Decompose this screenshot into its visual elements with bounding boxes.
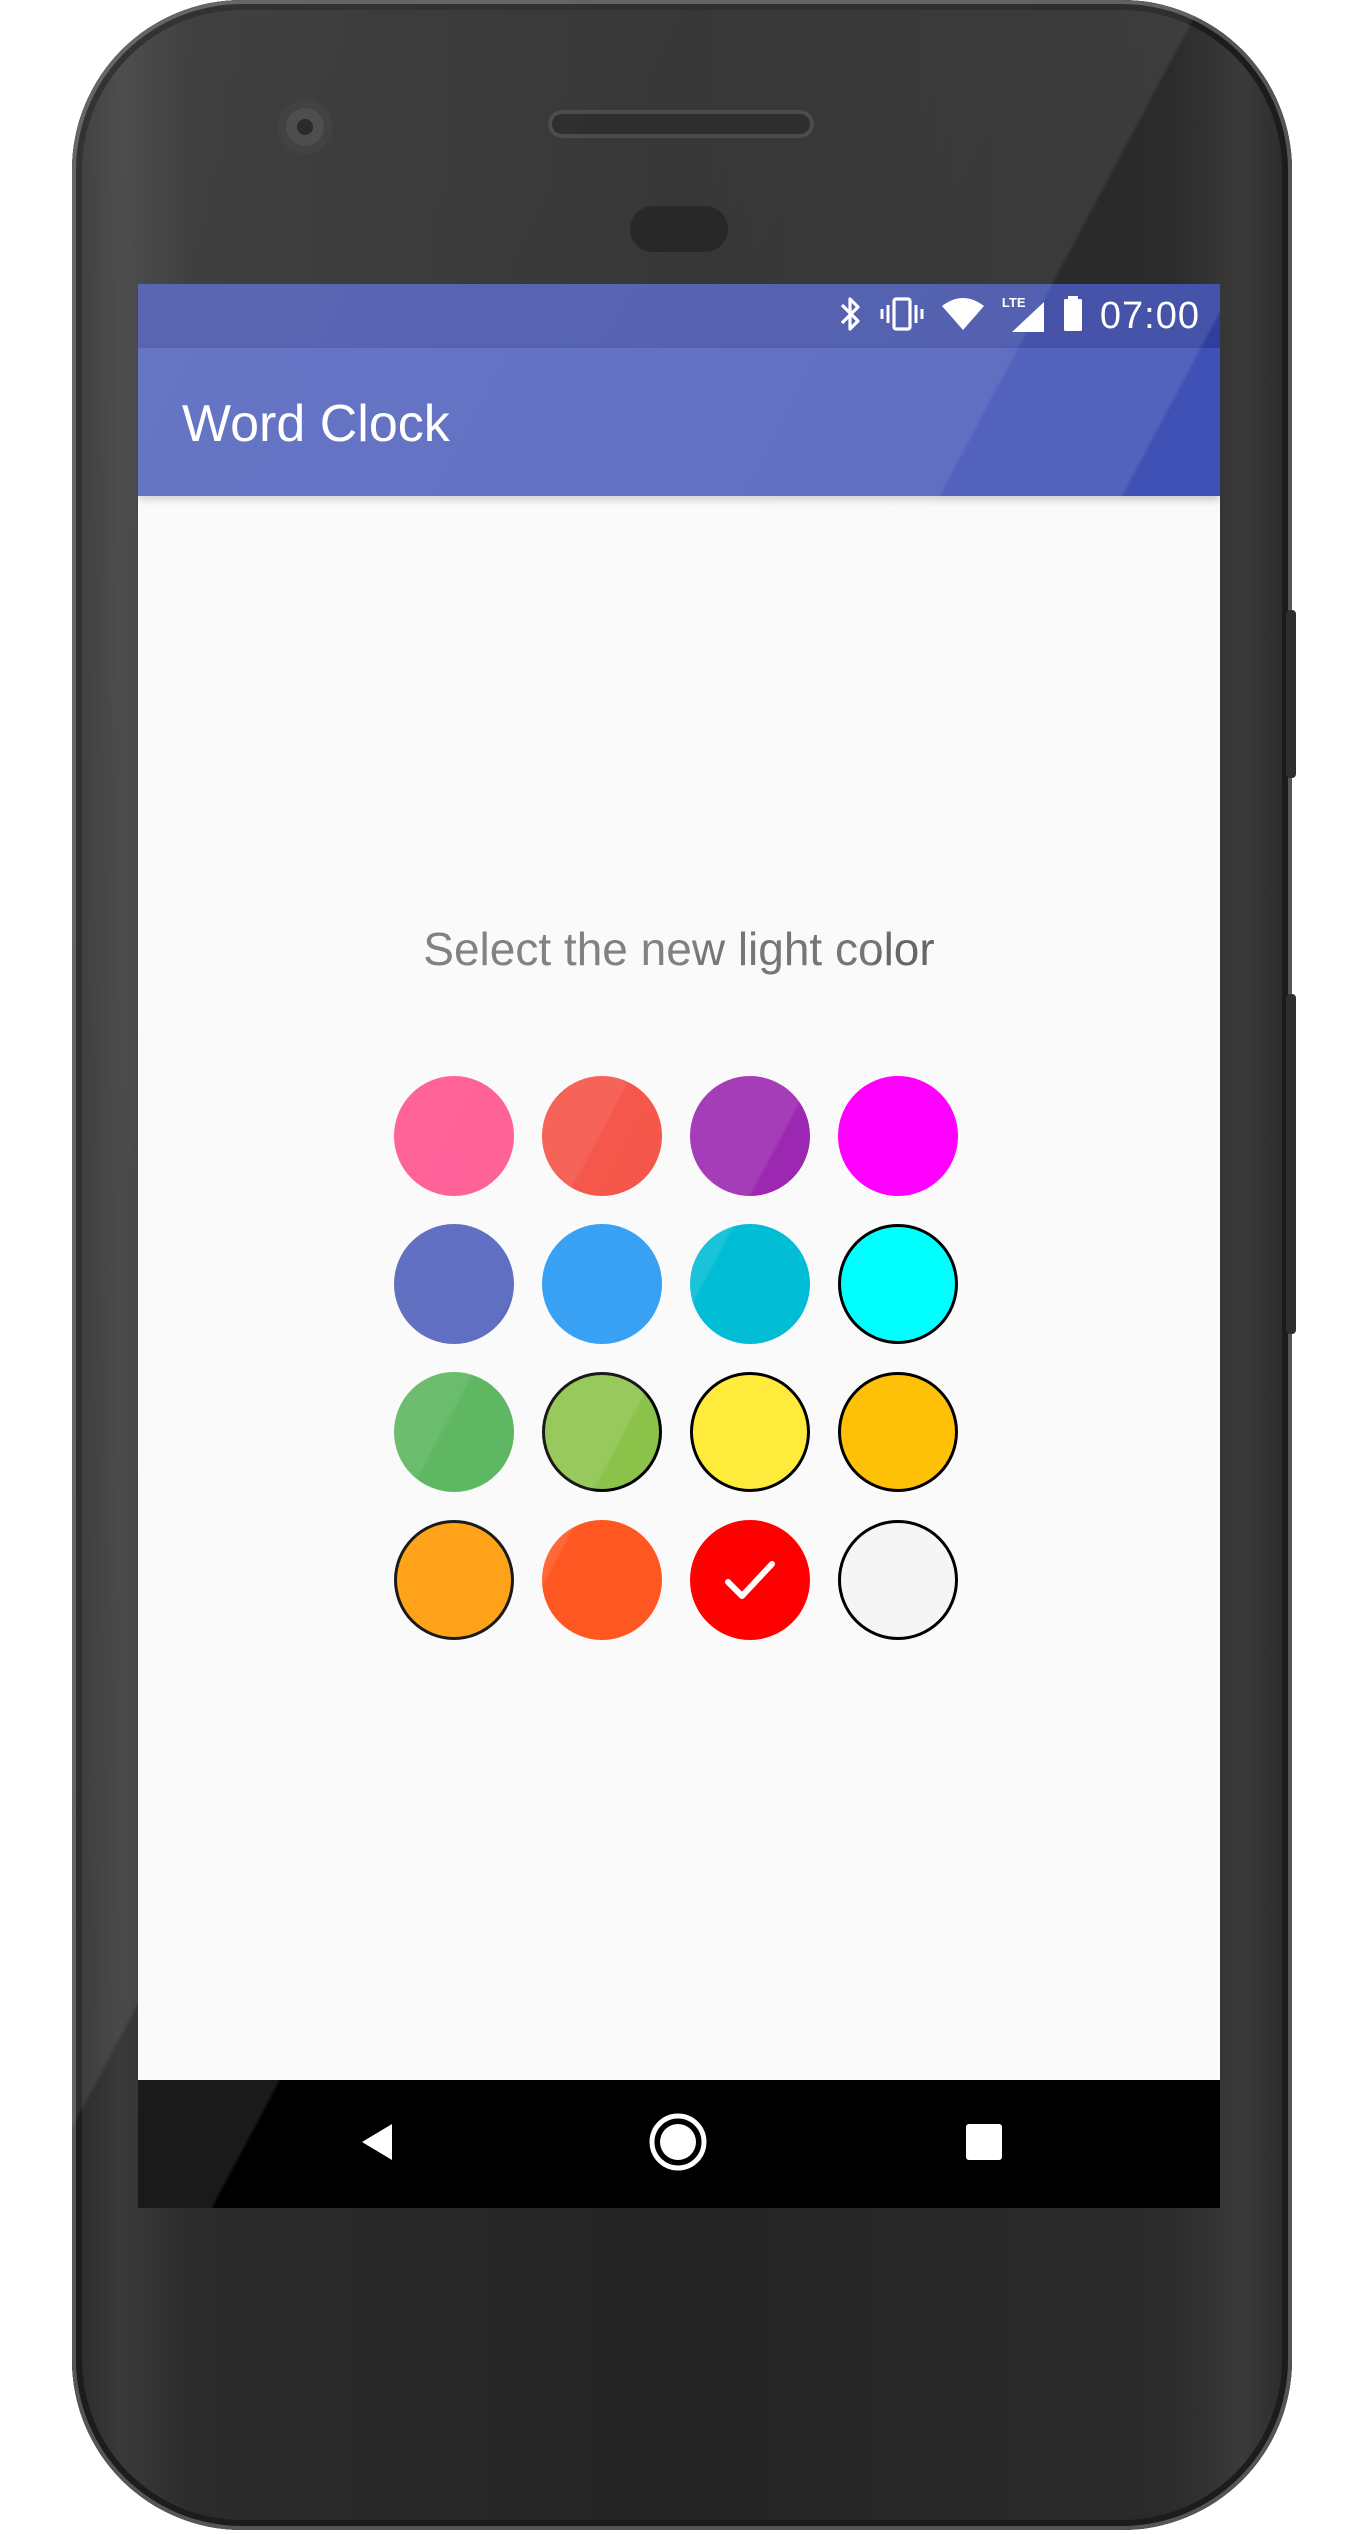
lte-signal-icon: LTE <box>1002 296 1046 336</box>
color-swatch[interactable] <box>838 1520 958 1640</box>
color-swatch[interactable] <box>542 1372 662 1492</box>
power-button[interactable] <box>1286 610 1296 778</box>
proximity-sensor <box>630 206 728 252</box>
back-button[interactable] <box>338 2104 418 2184</box>
navigation-bar <box>138 2080 1220 2208</box>
color-swatch[interactable] <box>690 1224 810 1344</box>
wifi-icon <box>940 294 986 339</box>
color-swatch[interactable] <box>690 1076 810 1196</box>
color-swatch-selected[interactable] <box>690 1520 810 1640</box>
color-swatch[interactable] <box>690 1372 810 1492</box>
recents-icon <box>962 2120 1006 2169</box>
color-swatch[interactable] <box>838 1224 958 1344</box>
bluetooth-icon <box>838 294 864 339</box>
vibrate-icon <box>880 294 924 339</box>
volume-button[interactable] <box>1286 994 1296 1334</box>
color-prompt: Select the new light color <box>423 923 935 975</box>
color-swatch[interactable] <box>394 1224 514 1344</box>
recents-button[interactable] <box>944 2104 1024 2184</box>
color-swatch[interactable] <box>542 1520 662 1640</box>
back-icon <box>354 2118 402 2171</box>
screen: LTE 07:00 Word Clock Select the new ligh… <box>138 284 1220 2208</box>
color-swatch[interactable] <box>542 1224 662 1344</box>
battery-icon <box>1062 294 1084 339</box>
color-swatch[interactable] <box>838 1372 958 1492</box>
color-swatch[interactable] <box>542 1076 662 1196</box>
app-bar: Word Clock <box>138 348 1220 496</box>
front-camera <box>278 100 332 154</box>
app-title: Word Clock <box>182 395 450 453</box>
color-swatch[interactable] <box>394 1076 514 1196</box>
home-icon <box>646 2110 710 2179</box>
color-swatch-grid <box>394 1076 968 1650</box>
checkmark-icon <box>725 1561 775 1599</box>
status-time: 07:00 <box>1099 294 1200 337</box>
color-swatch[interactable] <box>838 1076 958 1196</box>
status-bar: LTE 07:00 <box>138 284 1220 348</box>
home-button[interactable] <box>638 2104 718 2184</box>
earpiece-speaker <box>548 110 814 138</box>
color-swatch[interactable] <box>394 1372 514 1492</box>
color-swatch[interactable] <box>394 1520 514 1640</box>
